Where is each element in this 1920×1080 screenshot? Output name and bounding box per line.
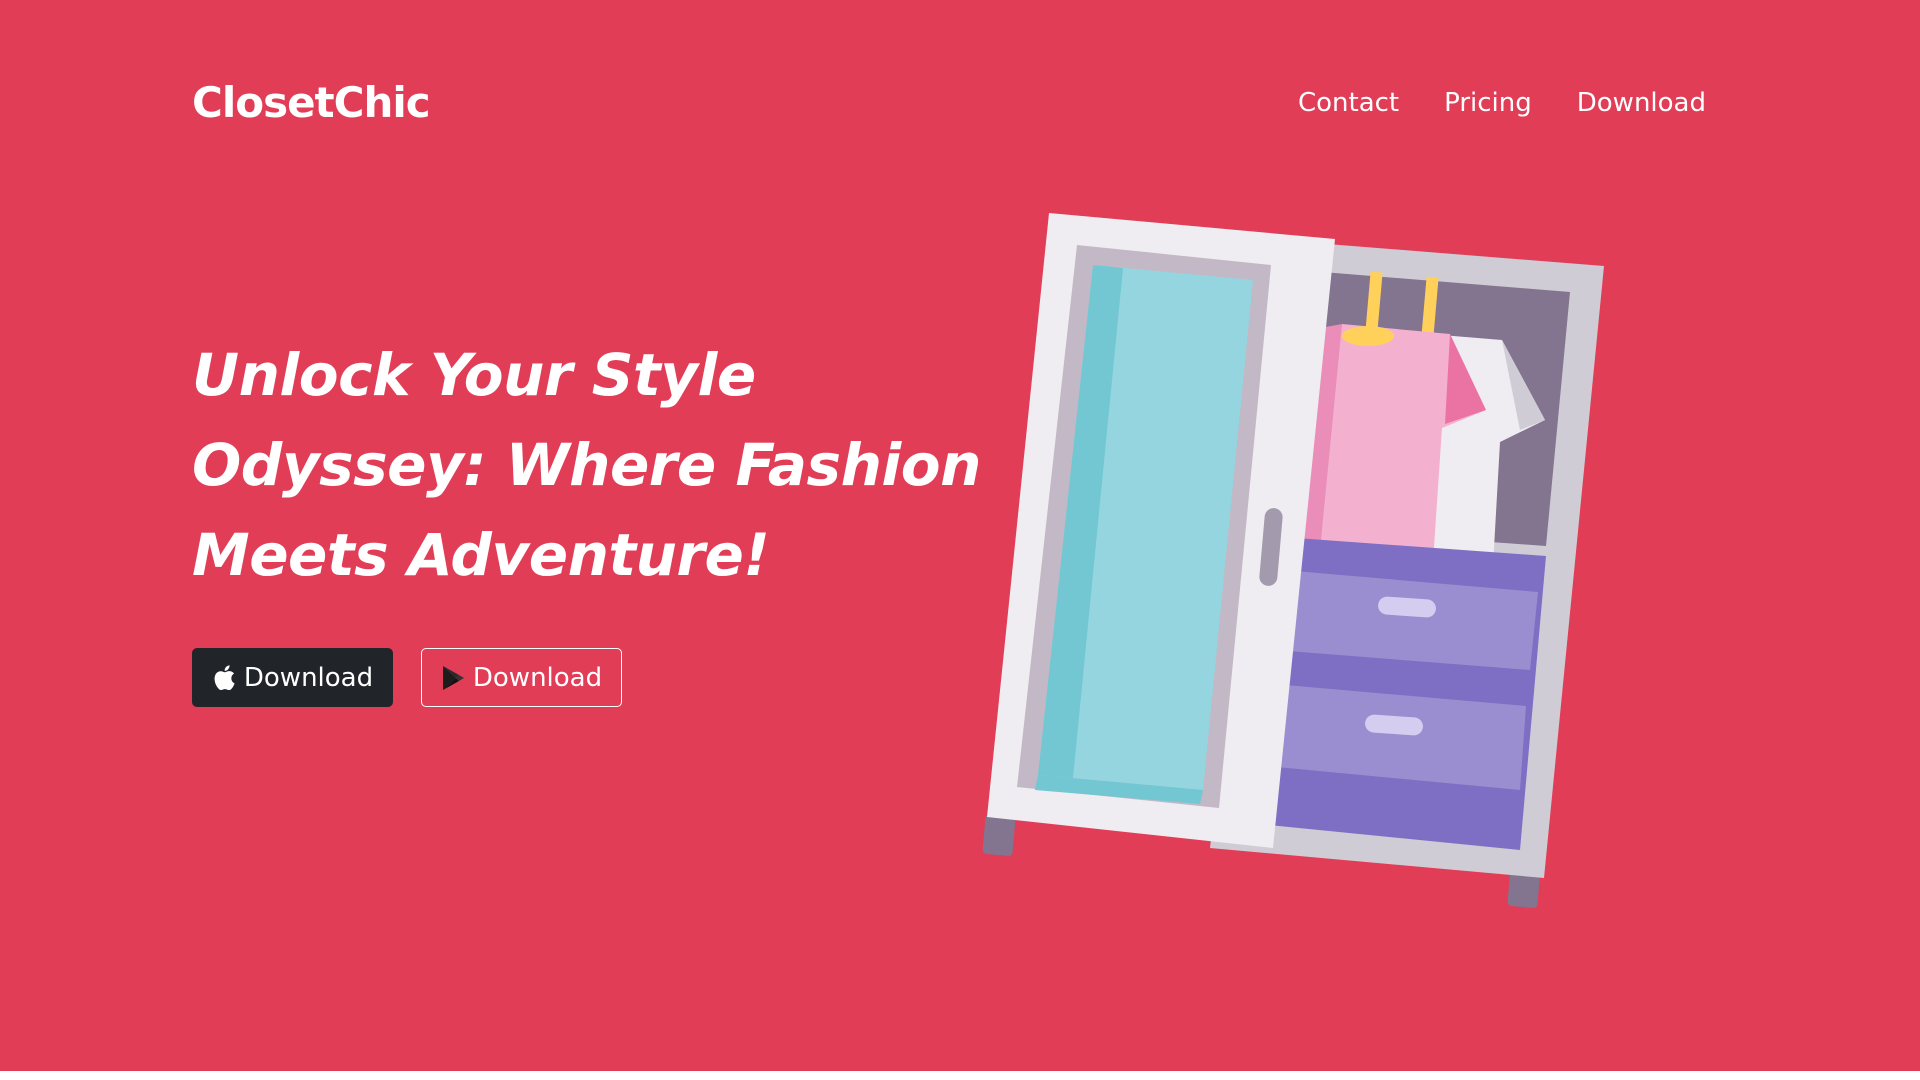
hero-section: ClosetChic Contact Pricing Download Unlo… <box>0 0 1920 1071</box>
download-buttons: Download Download <box>192 648 622 707</box>
page-bottom-edge <box>0 1071 1920 1080</box>
brand-logo[interactable]: ClosetChic <box>192 78 431 127</box>
hero-headline: Unlock Your Style Odyssey: Where Fashion… <box>192 341 981 589</box>
apple-icon <box>212 664 236 691</box>
nav-link-download[interactable]: Download <box>1577 88 1706 118</box>
app-store-download-label: Download <box>243 662 374 693</box>
google-play-icon <box>441 665 465 691</box>
navbar: ClosetChic Contact Pricing Download <box>192 72 1706 136</box>
google-play-download-button[interactable]: Download <box>421 648 622 707</box>
app-store-download-button[interactable]: Download <box>192 648 393 707</box>
nav-links: Contact Pricing Download <box>1298 88 1706 118</box>
nav-link-pricing[interactable]: Pricing <box>1444 88 1532 118</box>
nav-link-contact[interactable]: Contact <box>1298 88 1399 118</box>
wardrobe-illustration <box>980 210 1620 910</box>
google-play-download-label: Download <box>472 662 603 693</box>
